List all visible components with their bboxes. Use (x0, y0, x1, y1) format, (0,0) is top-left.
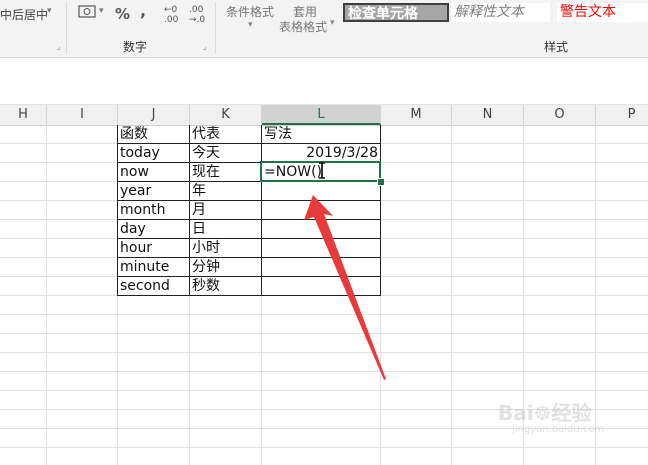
style-explanatory-text[interactable]: 解释性文本 (451, 3, 550, 22)
ribbon-separator (215, 2, 216, 54)
merge-center-button[interactable]: 中后居中 (0, 6, 48, 23)
dialog-launcher-icon[interactable]: ⌟ (203, 42, 207, 51)
dropdown-arrow-icon[interactable]: ▾ (47, 6, 52, 16)
dropdown-arrow-icon[interactable]: ▾ (248, 20, 253, 30)
cell-function-name[interactable]: now (118, 163, 190, 182)
watermark-url: jingyan.baidu.com (512, 424, 605, 435)
group-label-number: 数字 (123, 40, 148, 54)
ribbon-separator (66, 2, 67, 54)
table-border (117, 125, 118, 296)
percent-button[interactable]: % (115, 5, 130, 23)
cell-meaning[interactable]: 现在 (190, 163, 262, 182)
cell-meaning[interactable]: 秒数 (190, 277, 262, 296)
column-header-l[interactable]: L (262, 105, 381, 125)
column-header-n[interactable]: N (452, 105, 524, 125)
red-arrow-annotation (304, 195, 386, 380)
table-border (117, 143, 381, 144)
column-header-m[interactable]: M (381, 105, 452, 125)
cell-function-name[interactable]: today (118, 144, 190, 163)
cell-function-name[interactable]: day (118, 220, 190, 239)
cell-function-name[interactable]: hour (118, 239, 190, 258)
cell-function-name[interactable]: year (118, 182, 190, 201)
cell-meaning[interactable]: 月 (190, 201, 262, 220)
decrease-decimal-button[interactable]: .00 →.0 (189, 5, 205, 25)
table-format-button[interactable]: 表格格式 (279, 18, 327, 35)
dropdown-arrow-icon[interactable]: ▾ (330, 18, 335, 28)
cell-k-header[interactable]: 代表 (190, 125, 262, 144)
table-border (189, 125, 190, 296)
formula-bar-area (0, 58, 648, 105)
group-label-styles: 样式 (544, 40, 569, 54)
cell-meaning[interactable]: 年 (190, 182, 262, 201)
cell-function-name[interactable]: second (118, 277, 190, 296)
watermark-logo: Bai☸经验 (498, 401, 592, 425)
comma-button[interactable]: , (140, 1, 146, 20)
column-header-h[interactable]: H (0, 105, 47, 125)
cell-meaning[interactable]: 今天 (190, 144, 262, 163)
cell-meaning[interactable]: 小时 (190, 239, 262, 258)
cell-function-name[interactable]: minute (118, 258, 190, 277)
style-check-cell[interactable]: 检查单元格 (343, 3, 449, 22)
dialog-launcher-icon[interactable]: ⌟ (57, 42, 61, 51)
column-header-row: H I J K L M N O P (0, 105, 648, 126)
conditional-format-button[interactable]: 条件格式 (226, 3, 274, 20)
cell-function-name[interactable]: month (118, 201, 190, 220)
style-warning-text[interactable]: 警告文本 (557, 3, 648, 22)
cell-l-header[interactable]: 写法 (262, 125, 380, 144)
column-header-o[interactable]: O (524, 105, 596, 125)
text-cursor-icon (319, 162, 325, 179)
column-header-p[interactable]: P (596, 105, 648, 125)
cell-meaning[interactable]: 日 (190, 220, 262, 239)
column-header-k[interactable]: K (190, 105, 262, 125)
table-border (261, 125, 262, 296)
cell-meaning[interactable]: 分钟 (190, 258, 262, 277)
column-header-j[interactable]: J (118, 105, 190, 125)
increase-decimal-button[interactable]: ←0.00 (164, 5, 178, 25)
ribbon: 中后居中 ▾ ▾ % , ←0.00 .00 →.0 数字 ⌟ ⌟ 条件格式 ▾ … (0, 0, 648, 58)
cell-j-header[interactable]: 函数 (118, 125, 190, 144)
currency-icon[interactable] (78, 3, 98, 24)
dropdown-arrow-icon[interactable]: ▾ (99, 6, 104, 16)
fill-handle[interactable] (377, 178, 385, 186)
column-header-i[interactable]: I (47, 105, 118, 125)
worksheet-grid[interactable]: 函数 代表 写法 today 今天 2019/3/28 now 现在 =NOW(… (0, 125, 648, 465)
